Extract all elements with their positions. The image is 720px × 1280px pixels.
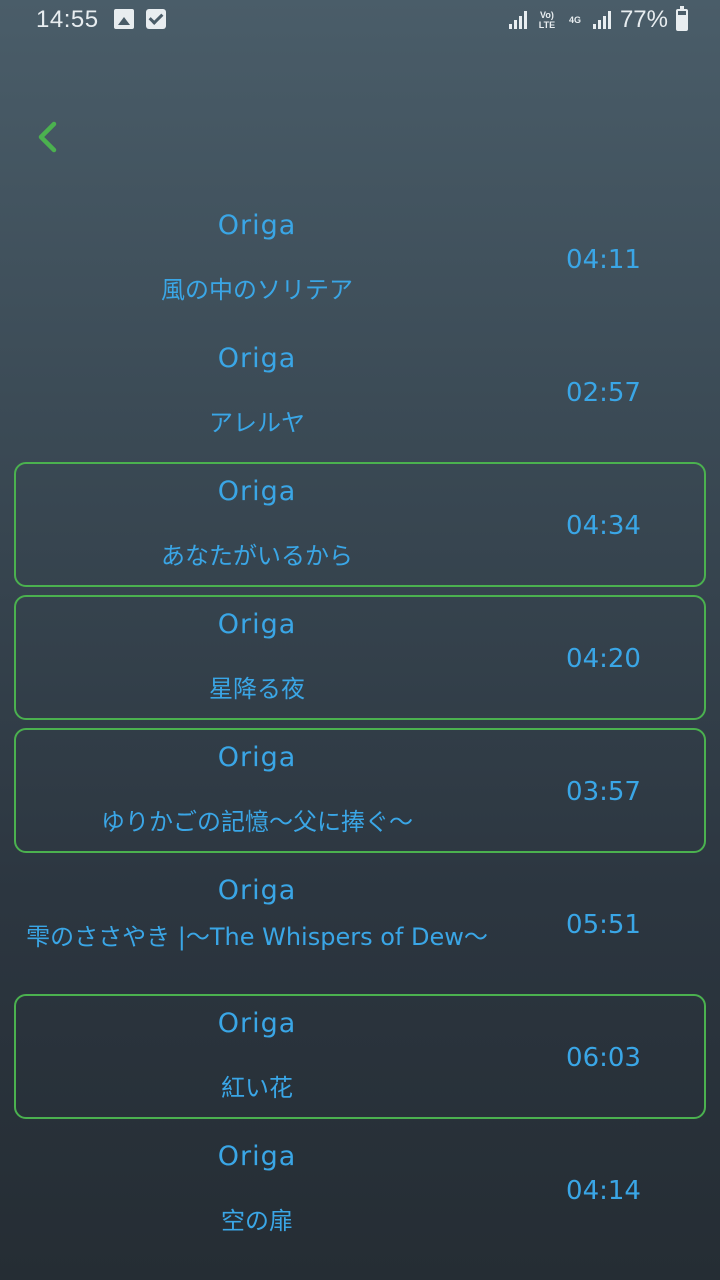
track-row[interactable]: Origa あなたがいるから 04:34 [14,462,706,587]
status-time: 14:55 [36,6,99,33]
track-title: アレルヤ [209,409,305,437]
volte-label: Vo) LTE [538,10,556,30]
track-duration: 06:03 [566,1043,641,1073]
track-info: Origa あなたがいるから [16,464,498,585]
track-artist: Origa [217,1141,297,1172]
track-duration: 04:34 [566,511,641,541]
track-title: 風の中のソリテア [161,276,353,304]
track-artist: Origa [217,1008,297,1039]
track-title: ゆりかごの記憶〜父に捧ぐ〜 [101,808,413,836]
track-duration: 04:14 [566,1176,641,1206]
track-info: Origa 雫のささやき |〜The Whispers of Dew〜 [16,863,498,984]
battery-icon [676,6,688,31]
back-button[interactable] [30,112,70,162]
track-title: 星降る夜 [209,675,305,703]
track-info: Origa 風の中のソリテア [16,198,498,319]
status-bar: 14:55 Vo) LTE 4G 77% [0,0,720,42]
track-title: あなたがいるから [161,542,353,570]
track-duration: 03:57 [566,777,641,807]
track-info: Origa 空の扉 [16,1129,498,1250]
battery-percent: 77% [619,6,668,33]
track-duration: 04:11 [566,245,641,275]
track-row[interactable]: Origa アレルヤ 02:57 [14,329,706,454]
network-type-label: 4G [568,15,581,25]
track-duration: 04:20 [566,644,641,674]
track-info: Origa 星降る夜 [16,597,498,718]
track-list: Origa 風の中のソリテア 04:11 Origa アレルヤ 02:57 Or… [14,196,706,1260]
notification-icons [114,9,166,29]
track-row[interactable]: Origa 雫のささやき |〜The Whispers of Dew〜 05:5… [14,861,706,986]
track-title: 紅い花 [221,1074,293,1102]
track-row[interactable]: Origa 空の扉 04:14 [14,1127,706,1252]
track-title: 空の扉 [221,1207,293,1235]
signal-icon [508,9,528,31]
track-artist: Origa [217,609,297,640]
track-artist: Origa [217,875,297,906]
track-artist: Origa [217,343,297,374]
signal-icon-2 [592,9,612,31]
image-icon [114,9,134,29]
track-artist: Origa [217,210,297,241]
track-artist: Origa [217,476,297,507]
track-duration: 02:57 [566,378,641,408]
track-row[interactable]: Origa 風の中のソリテア 04:11 [14,196,706,321]
track-row[interactable]: Origa 紅い花 06:03 [14,994,706,1119]
track-info: Origa 紅い花 [16,996,498,1117]
track-row[interactable]: Origa 星降る夜 04:20 [14,595,706,720]
chevron-left-icon [38,121,57,153]
track-artist: Origa [217,742,297,773]
track-info: Origa ゆりかごの記憶〜父に捧ぐ〜 [16,730,498,851]
track-duration: 05:51 [566,910,641,940]
track-info: Origa アレルヤ [16,331,498,452]
status-right: Vo) LTE 4G 77% [508,6,688,34]
track-row[interactable]: Origa ゆりかごの記憶〜父に捧ぐ〜 03:57 [14,728,706,853]
checkbox-icon [146,9,166,29]
track-title: 雫のささやき |〜The Whispers of Dew〜 [26,923,488,951]
